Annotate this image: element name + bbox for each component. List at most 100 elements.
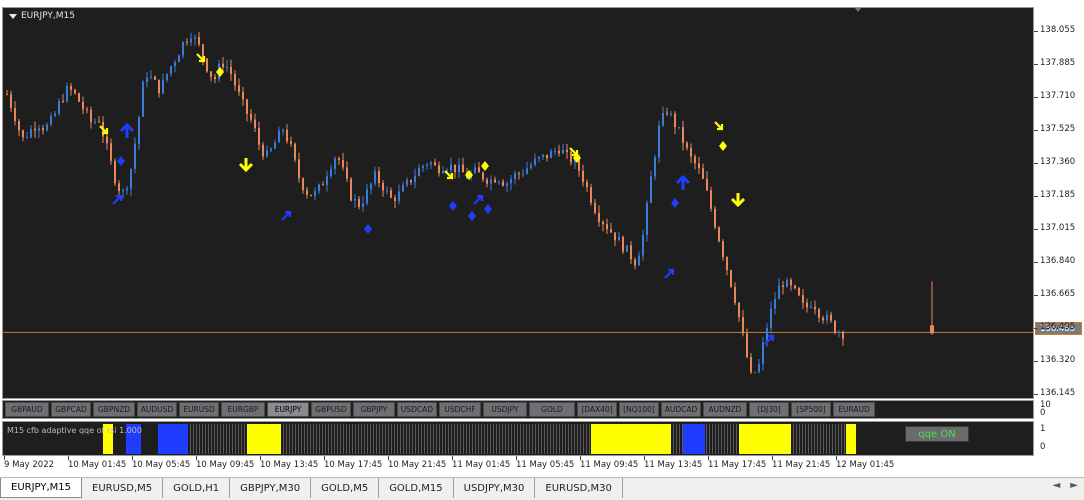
qqe-toggle-button[interactable]: qqe ON [905,426,969,442]
histogram-bar-neutral [418,424,419,454]
blue-diamond-icon [117,156,125,166]
histogram-bar-neutral [550,424,551,454]
candle-body [566,150,568,152]
histogram-bar-neutral [676,424,677,454]
histogram-bar-neutral [511,424,512,454]
histogram-bar-neutral [403,424,404,454]
candle-body [226,66,228,68]
candle-body [230,66,232,75]
chart-tab[interactable]: GOLD,M5 [311,478,380,498]
histogram-bar-neutral [229,424,230,454]
chart-tab[interactable]: EURUSD,M30 [535,478,623,498]
histogram-bar-neutral [364,424,365,454]
symbol-button-audusd[interactable]: AUDUSD [137,402,177,417]
histogram-bar-neutral [316,424,317,454]
histogram-bar-neutral [556,424,557,454]
candle-body [342,160,344,168]
candle-body [674,113,676,128]
indicator-panel[interactable]: M15 cfb adaptive qqe of rsi 1.000 qqe ON [2,421,1034,456]
histogram-bar-neutral [340,424,341,454]
tab-prev-icon[interactable]: ◄ [1053,480,1061,491]
histogram-bar-neutral [319,424,320,454]
candle-body [654,157,656,177]
histogram-bar-neutral [286,424,287,454]
histogram-bar-neutral [412,424,413,454]
candle-body [306,190,308,195]
time-tick-label: 10 May 21:45 [388,460,447,470]
price-tick-label: 137.885 [1040,58,1076,68]
symbol-button-sp500[interactable]: [SP500] [791,402,831,417]
symbol-button-audcad[interactable]: AUDCAD [661,402,701,417]
candle-body [626,245,628,252]
symbol-button-gbpaud[interactable]: GBPAUD [5,402,49,417]
symbol-button-usdchf[interactable]: USDCHF [439,402,481,417]
chart-tab[interactable]: GBPJPY,M30 [230,478,312,498]
candle-body [234,74,236,86]
symbol-button-audnzd[interactable]: AUDNZD [703,402,747,417]
price-axis[interactable]: 136.483 138.055 137.885 137.710 137.525 137.… [1034,7,1084,399]
candle-body [30,128,32,138]
yellow-diamond-icon [481,161,489,171]
symbol-button-gbpnzd[interactable]: GBPNZD [93,402,135,417]
tab-next-icon[interactable]: ► [1070,480,1078,491]
candle-body [54,113,56,116]
symbol-button-gbpusd[interactable]: GBPUSD [311,402,351,417]
symbol-button-euraud[interactable]: EURAUD [833,402,875,417]
histogram-bar-neutral [712,424,713,454]
candle-body [130,168,132,189]
symbol-button-gbpjpy[interactable]: GBPJPY [353,402,395,417]
symbol-button-nq100[interactable]: [NQ100] [619,402,659,417]
time-tick-label: 10 May 13:45 [260,460,319,470]
candle-body [98,121,100,123]
candle-body [18,121,20,131]
histogram-bar-neutral [538,424,539,454]
histogram-bar-neutral [541,424,542,454]
chart-tab[interactable]: EURUSD,M5 [82,478,164,498]
candle-body [206,58,208,72]
symbol-button-dj30[interactable]: [DJ30] [749,402,789,417]
candle-body [182,41,184,56]
chart-menu-triangle-icon[interactable] [9,13,17,19]
symbol-button-gold[interactable]: GOLD [529,402,575,417]
price-tick-label: 136.495 [1040,322,1076,332]
candle-body [482,172,484,180]
candle-body [666,112,668,114]
symbol-button-eurgbp[interactable]: EURGBP [221,402,265,417]
price-tick-mark [1034,31,1038,32]
symbol-button-usdcad[interactable]: USDCAD [397,402,437,417]
histogram-bar-neutral [424,424,425,454]
candle-body [594,202,596,213]
blue-diamond-icon [449,201,457,211]
histogram-bar-neutral [832,424,833,454]
symbol-button-dax40[interactable]: [DAX40] [577,402,617,417]
candle-body [402,185,404,192]
symbol-button-usdjpy[interactable]: USDJPY [483,402,527,417]
main-chart-area[interactable]: EURJPY,M15 [2,7,1034,399]
candle-body [450,164,452,171]
symbol-button-eurjpy[interactable]: EURJPY [267,402,309,417]
symbol-button-gbpcad[interactable]: GBPCAD [51,402,91,417]
candle-body [746,333,748,358]
time-axis[interactable]: 9 May 2022 10 May 01:45 10 May 05:45 10 May… [2,456,1034,476]
chart-tab[interactable]: GOLD,M15 [379,478,454,498]
price-tick-label: 137.185 [1040,190,1076,200]
chart-tab[interactable]: EURJPY,M15 [0,478,82,498]
candle-body [718,227,720,242]
candle-body [274,142,276,149]
candle-body [150,76,152,78]
symbol-button-eurusd[interactable]: EURUSD [179,402,219,417]
chart-tab[interactable]: GOLD,H1 [163,478,231,498]
candle-body [678,127,680,129]
histogram-bar-neutral [508,424,509,454]
candle-body [58,100,60,114]
chart-tab[interactable]: USDJPY,M30 [454,478,536,498]
blue-diagonal-arrow-icon [664,268,675,279]
candle-body [406,179,408,186]
candle-body [138,116,140,144]
candle-body [318,184,320,192]
candle-body [62,100,64,102]
indicator-label: M15 cfb adaptive qqe of rsi 1.000 [7,426,142,435]
candle-body [222,63,224,68]
candle-body [690,147,692,157]
histogram-bar-neutral [343,424,344,454]
